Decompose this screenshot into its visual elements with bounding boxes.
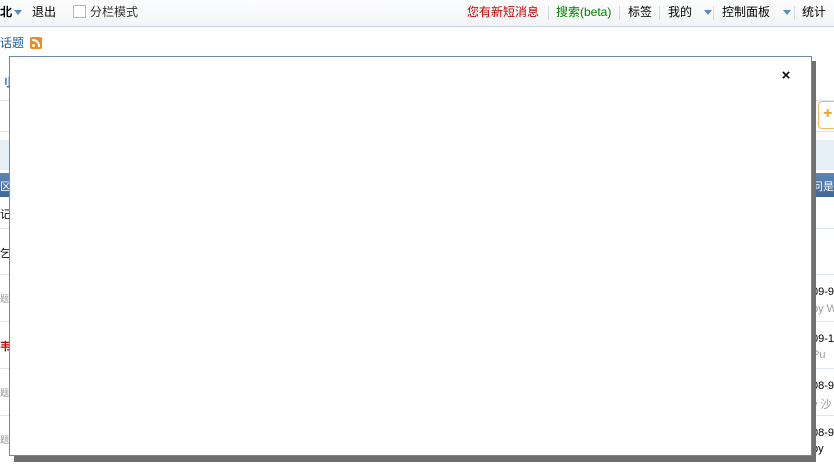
separator <box>619 6 620 20</box>
logout-link[interactable]: 退出 <box>32 3 56 21</box>
new-post-button[interactable] <box>818 101 834 129</box>
rss-icon[interactable] <box>30 37 43 49</box>
chevron-down-icon[interactable] <box>704 10 712 15</box>
split-mode-label: 分栏模式 <box>90 5 139 19</box>
split-mode-checkbox[interactable] <box>73 5 86 18</box>
user-menu[interactable]: 北 <box>0 3 23 21</box>
tags-link[interactable]: 标签 <box>628 3 652 21</box>
separator <box>548 6 549 20</box>
separator <box>659 6 660 20</box>
close-icon[interactable]: × <box>779 68 793 84</box>
breadcrumb[interactable]: 话题 <box>0 34 43 52</box>
top-navigation-bar: 北 退出 分栏模式 您有新短消息 搜索(beta) 标签 我的 控制面板 统计 <box>0 0 834 27</box>
breadcrumb-topic[interactable]: 话题 <box>0 36 24 50</box>
search-link[interactable]: 搜索(beta) <box>556 3 611 21</box>
mine-menu[interactable]: 我的 <box>668 3 692 21</box>
mine-label: 我的 <box>668 5 693 19</box>
new-message-link[interactable]: 您有新短消息 <box>467 3 539 21</box>
split-mode-toggle[interactable]: 分栏模式 <box>73 3 138 21</box>
chevron-down-icon[interactable] <box>783 10 791 15</box>
separator <box>794 6 795 20</box>
separator <box>713 6 714 20</box>
stats-link[interactable]: 统计 <box>802 3 826 21</box>
modal-dialog: × <box>9 56 812 456</box>
chevron-down-icon <box>14 10 23 16</box>
control-panel-label: 控制面板 <box>722 5 771 19</box>
control-panel-menu[interactable]: 控制面板 <box>722 3 770 21</box>
user-name: 北 <box>0 5 13 19</box>
